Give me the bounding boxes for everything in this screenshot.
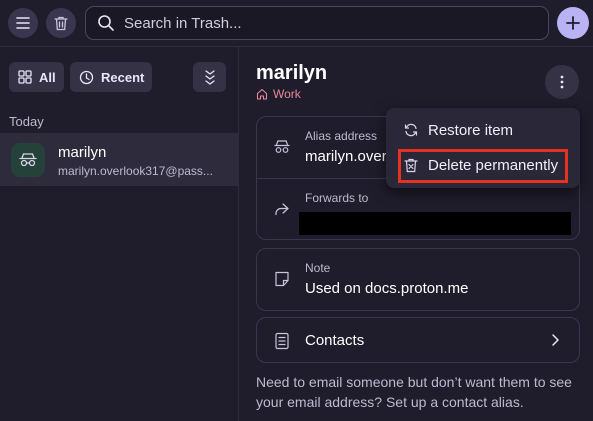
- redacted-mailbox: [299, 212, 571, 235]
- avatar: [11, 143, 45, 177]
- hamburger-icon: [16, 17, 30, 29]
- search-bar[interactable]: [85, 6, 549, 40]
- note-icon: [275, 271, 289, 287]
- note-row[interactable]: Note Used on docs.proton.me: [257, 249, 579, 310]
- filter-all-label: All: [39, 69, 56, 85]
- trash-button[interactable]: [46, 8, 76, 38]
- contacts-icon: [275, 332, 289, 350]
- more-options-button[interactable]: [545, 65, 579, 99]
- grid-icon: [18, 70, 32, 84]
- alias-incognito-icon: [274, 140, 290, 153]
- filter-recent-button[interactable]: Recent: [70, 62, 152, 92]
- trash-icon: [54, 16, 68, 30]
- top-bar: [0, 0, 593, 47]
- chevron-right-icon: [552, 334, 559, 346]
- restore-item-label: Restore item: [428, 121, 514, 139]
- more-vertical-icon: [560, 75, 564, 89]
- sort-chevrons-icon: [204, 70, 215, 85]
- item-detail-panel: marilyn Work Alias address marilyn.overl…: [240, 47, 593, 421]
- search-icon: [98, 15, 114, 31]
- note-value: Used on docs.proton.me: [305, 280, 469, 297]
- plus-icon: [566, 16, 580, 30]
- alias-address-label: Alias address: [305, 129, 378, 143]
- restore-icon: [404, 123, 418, 137]
- forwards-to-label: Forwards to: [305, 191, 369, 205]
- contacts-label: Contacts: [305, 332, 365, 349]
- list-item-subtitle: marilyn.overlook317@pass...: [58, 164, 213, 178]
- highlight-box: [398, 149, 568, 183]
- search-input[interactable]: [124, 14, 524, 32]
- add-item-button[interactable]: [557, 7, 589, 39]
- forward-icon: [275, 203, 289, 216]
- restore-item-menu-item[interactable]: Restore item: [386, 113, 580, 147]
- item-list-panel: All Recent Today marilyn marilyn.overloo…: [0, 47, 239, 421]
- vault-label[interactable]: Work: [256, 87, 301, 101]
- filter-all-button[interactable]: All: [9, 62, 64, 92]
- note-label: Note: [305, 261, 331, 275]
- list-item[interactable]: marilyn marilyn.overlook317@pass...: [0, 133, 238, 186]
- menu-button[interactable]: [8, 8, 38, 38]
- house-icon: [256, 88, 268, 100]
- contact-alias-hint: Need to email someone but don’t want the…: [256, 374, 572, 410]
- filter-recent-label: Recent: [101, 69, 145, 85]
- clock-icon: [79, 70, 94, 84]
- list-item-title: marilyn: [58, 144, 107, 161]
- item-title: marilyn: [256, 62, 328, 84]
- sort-button[interactable]: [193, 62, 226, 92]
- section-header-today: Today: [9, 114, 44, 129]
- alias-incognito-icon: [19, 153, 37, 167]
- vault-name: Work: [273, 87, 301, 101]
- note-card: Note Used on docs.proton.me: [256, 248, 580, 311]
- contacts-row[interactable]: Contacts: [256, 317, 580, 363]
